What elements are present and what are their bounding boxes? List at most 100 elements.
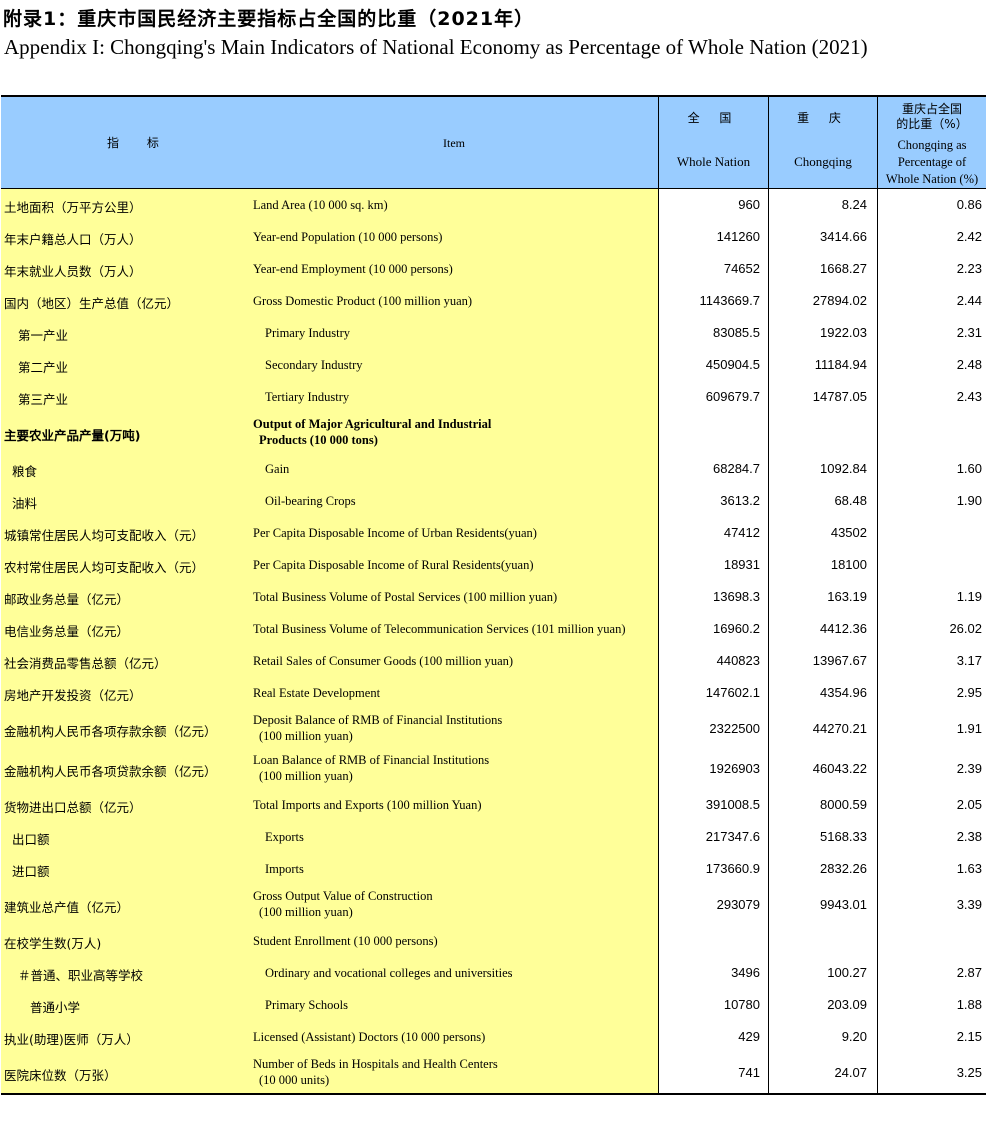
indicator-name-en-line1: Licensed (Assistant) Doctors (10 000 per… (253, 1030, 486, 1044)
chongqing-value: 8000.59 (768, 789, 877, 821)
percentage-value (877, 413, 986, 453)
indicator-cell: 第三产业 Tertiary Industry (1, 381, 658, 413)
indicator-name-en-line1: Output of Major Agricultural and Industr… (253, 417, 492, 431)
percentage-value: 2.87 (877, 957, 986, 989)
indicator-cell: 年末户籍总人口（万人） Year-end Population (10 000 p… (1, 221, 658, 253)
indicator-name-en-line2: (100 million yuan) (259, 769, 353, 783)
header-percentage-en-line1: Chongqing as (897, 138, 967, 152)
indicator-name-en-line1: Number of Beds in Hospitals and Health C… (253, 1057, 498, 1071)
indicator-name-en: Primary Industry (265, 325, 350, 341)
indicator-name-zh: 执业(助理)医师（万人） (4, 1032, 139, 1047)
chongqing-value: 9943.01 (768, 885, 877, 925)
indicator-name-zh: 第二产业 (18, 360, 69, 375)
nation-value: 18931 (658, 549, 768, 581)
percentage-value: 1.91 (877, 709, 986, 749)
indicator-cell: 油料 Oil-bearing Crops (1, 485, 658, 517)
indicator-name-zh: 第一产业 (18, 328, 69, 343)
header-item-en: Item (443, 136, 465, 150)
indicator-name-en: Output of Major Agricultural and Industr… (253, 416, 491, 448)
table-row: 年末就业人员数（万人） Year-end Employment (10 000 p… (1, 253, 986, 285)
indicator-name-en-line1: Land Area (10 000 sq. km) (253, 198, 388, 212)
indicator-cell: 进口额 Imports (1, 853, 658, 885)
indicator-table: 指 标 Item 全 国 Whole Nation 重 庆 Chongqing … (1, 95, 986, 1095)
table-header: 指 标 Item 全 国 Whole Nation 重 庆 Chongqing … (1, 97, 986, 189)
percentage-value: 2.31 (877, 317, 986, 349)
table-row: 进口额 Imports 173660.9 2832.26 1.63 (1, 853, 986, 885)
chongqing-value: 24.07 (768, 1053, 877, 1093)
table-row: 农村常住居民人均可支配收入（元） Per Capita Disposable In… (1, 549, 986, 581)
indicator-name-en-line1: Per Capita Disposable Income of Rural Re… (253, 558, 534, 572)
indicator-cell: 社会消费品零售总额（亿元） Retail Sales of Consumer Go… (1, 645, 658, 677)
indicator-name-zh: 在校学生数(万人) (4, 936, 102, 951)
chongqing-value: 8.24 (768, 189, 877, 221)
percentage-value: 2.23 (877, 253, 986, 285)
indicator-name-en-line1: Gross Output Value of Construction (253, 889, 433, 903)
indicator-name-en-line1: Loan Balance of RMB of Financial Institu… (253, 753, 490, 767)
table-row: 主要农业产品产量(万吨) Output of Major Agricultural… (1, 413, 986, 453)
header-chongqing-en: Chongqing (794, 154, 852, 169)
indicator-name-zh: 出口额 (12, 832, 50, 847)
table-row: 油料 Oil-bearing Crops 3613.2 68.48 1.90 (1, 485, 986, 517)
nation-value: 2322500 (658, 709, 768, 749)
indicator-name-en-line1: Exports (265, 830, 304, 844)
indicator-name-en: Year-end Population (10 000 persons) (253, 229, 442, 245)
table-row: 货物进出口总额（亿元） Total Imports and Exports (10… (1, 789, 986, 821)
header-percentage-zh-line2: 的比重（%） (896, 117, 968, 131)
chongqing-value: 5168.33 (768, 821, 877, 853)
indicator-cell: 货物进出口总额（亿元） Total Imports and Exports (10… (1, 789, 658, 821)
indicator-name-en-line1: Imports (265, 862, 304, 876)
indicator-name-en: Imports (265, 861, 304, 877)
table-row: 在校学生数(万人) Student Enrollment (10 000 pers… (1, 925, 986, 957)
chongqing-value: 4354.96 (768, 677, 877, 709)
page-title-en: Appendix I: Chongqing's Main Indicators … (4, 35, 868, 59)
percentage-value: 1.60 (877, 453, 986, 485)
table-body: 土地面积（万平方公里） Land Area (10 000 sq. km) 960 8… (1, 189, 986, 1095)
nation-value: 47412 (658, 517, 768, 549)
nation-value: 74652 (658, 253, 768, 285)
header-percentage-cell: 重庆占全国 的比重（%） Chongqing as Percentage of … (877, 97, 986, 188)
indicator-name-en: Per Capita Disposable Income of Rural Re… (253, 557, 534, 573)
indicator-name-zh: 土地面积（万平方公里） (4, 200, 142, 215)
chongqing-value: 43502 (768, 517, 877, 549)
indicator-cell: 金融机构人民币各项存款余额（亿元） Deposit Balance of RMB … (1, 709, 658, 749)
header-nation-en: Whole Nation (676, 154, 751, 169)
indicator-cell: 邮政业务总量（亿元） Total Business Volume of Posta… (1, 581, 658, 613)
indicator-name-en-line1: Gain (265, 462, 290, 476)
indicator-name-zh: 普通小学 (30, 1000, 81, 1015)
indicator-name-en: Year-end Employment (10 000 persons) (253, 261, 453, 277)
indicator-name-en-line1: Deposit Balance of RMB of Financial Inst… (253, 713, 503, 727)
indicator-name-zh: 金融机构人民币各项贷款余额（亿元） (4, 764, 217, 779)
nation-value: 68284.7 (658, 453, 768, 485)
chongqing-value (768, 413, 877, 453)
indicator-name-zh: 农村常住居民人均可支配收入（元） (4, 560, 205, 575)
indicator-name-zh: 主要农业产品产量(万吨) (4, 428, 141, 443)
header-percentage-en-line3: Whole Nation (%) (885, 172, 979, 186)
indicator-name-en: Oil-bearing Crops (265, 493, 356, 509)
indicator-cell: 主要农业产品产量(万吨) Output of Major Agricultural… (1, 413, 658, 453)
nation-value: 960 (658, 189, 768, 221)
nation-value: 173660.9 (658, 853, 768, 885)
table-row: 房地产开发投资（亿元） Real Estate Development 147602… (1, 677, 986, 709)
indicator-name-en: Total Business Volume of Telecommunicati… (253, 621, 626, 637)
indicator-name-en: Gross Domestic Product (100 million yuan… (253, 293, 472, 309)
header-chongqing-zh: 重 庆 (797, 111, 849, 125)
header-nation-zh: 全 国 (687, 111, 740, 125)
indicator-cell: 建筑业总产值（亿元） Gross Output Value of Construc… (1, 885, 658, 925)
header-percentage-zh-line1: 重庆占全国 (901, 102, 962, 116)
header-indicator-cell: 指 标 Item (1, 97, 658, 188)
table-row: 电信业务总量（亿元） Total Business Volume of Telec… (1, 613, 986, 645)
indicator-cell: 在校学生数(万人) Student Enrollment (10 000 pers… (1, 925, 658, 957)
indicator-name-en: Gain (265, 461, 289, 477)
indicator-cell: 医院床位数（万张） Number of Beds in Hospitals and… (1, 1053, 658, 1093)
indicator-name-en-line2: (100 million yuan) (259, 729, 353, 743)
table-row: 城镇常住居民人均可支配收入（元） Per Capita Disposable In… (1, 517, 986, 549)
indicator-name-zh: ＃普通、职业高等学校 (18, 968, 144, 983)
indicator-cell: 城镇常住居民人均可支配收入（元） Per Capita Disposable In… (1, 517, 658, 549)
nation-value: 391008.5 (658, 789, 768, 821)
chongqing-value: 11184.94 (768, 349, 877, 381)
nation-value: 16960.2 (658, 613, 768, 645)
table-row: 医院床位数（万张） Number of Beds in Hospitals and… (1, 1053, 986, 1093)
table-row: 年末户籍总人口（万人） Year-end Population (10 000 p… (1, 221, 986, 253)
indicator-name-en: Retail Sales of Consumer Goods (100 mill… (253, 653, 513, 669)
percentage-value: 2.43 (877, 381, 986, 413)
